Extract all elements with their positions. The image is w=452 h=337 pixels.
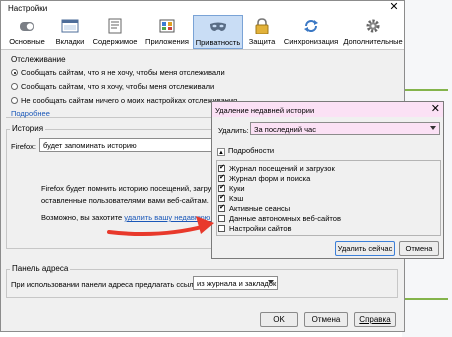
- annotation-arrow: [107, 216, 214, 236]
